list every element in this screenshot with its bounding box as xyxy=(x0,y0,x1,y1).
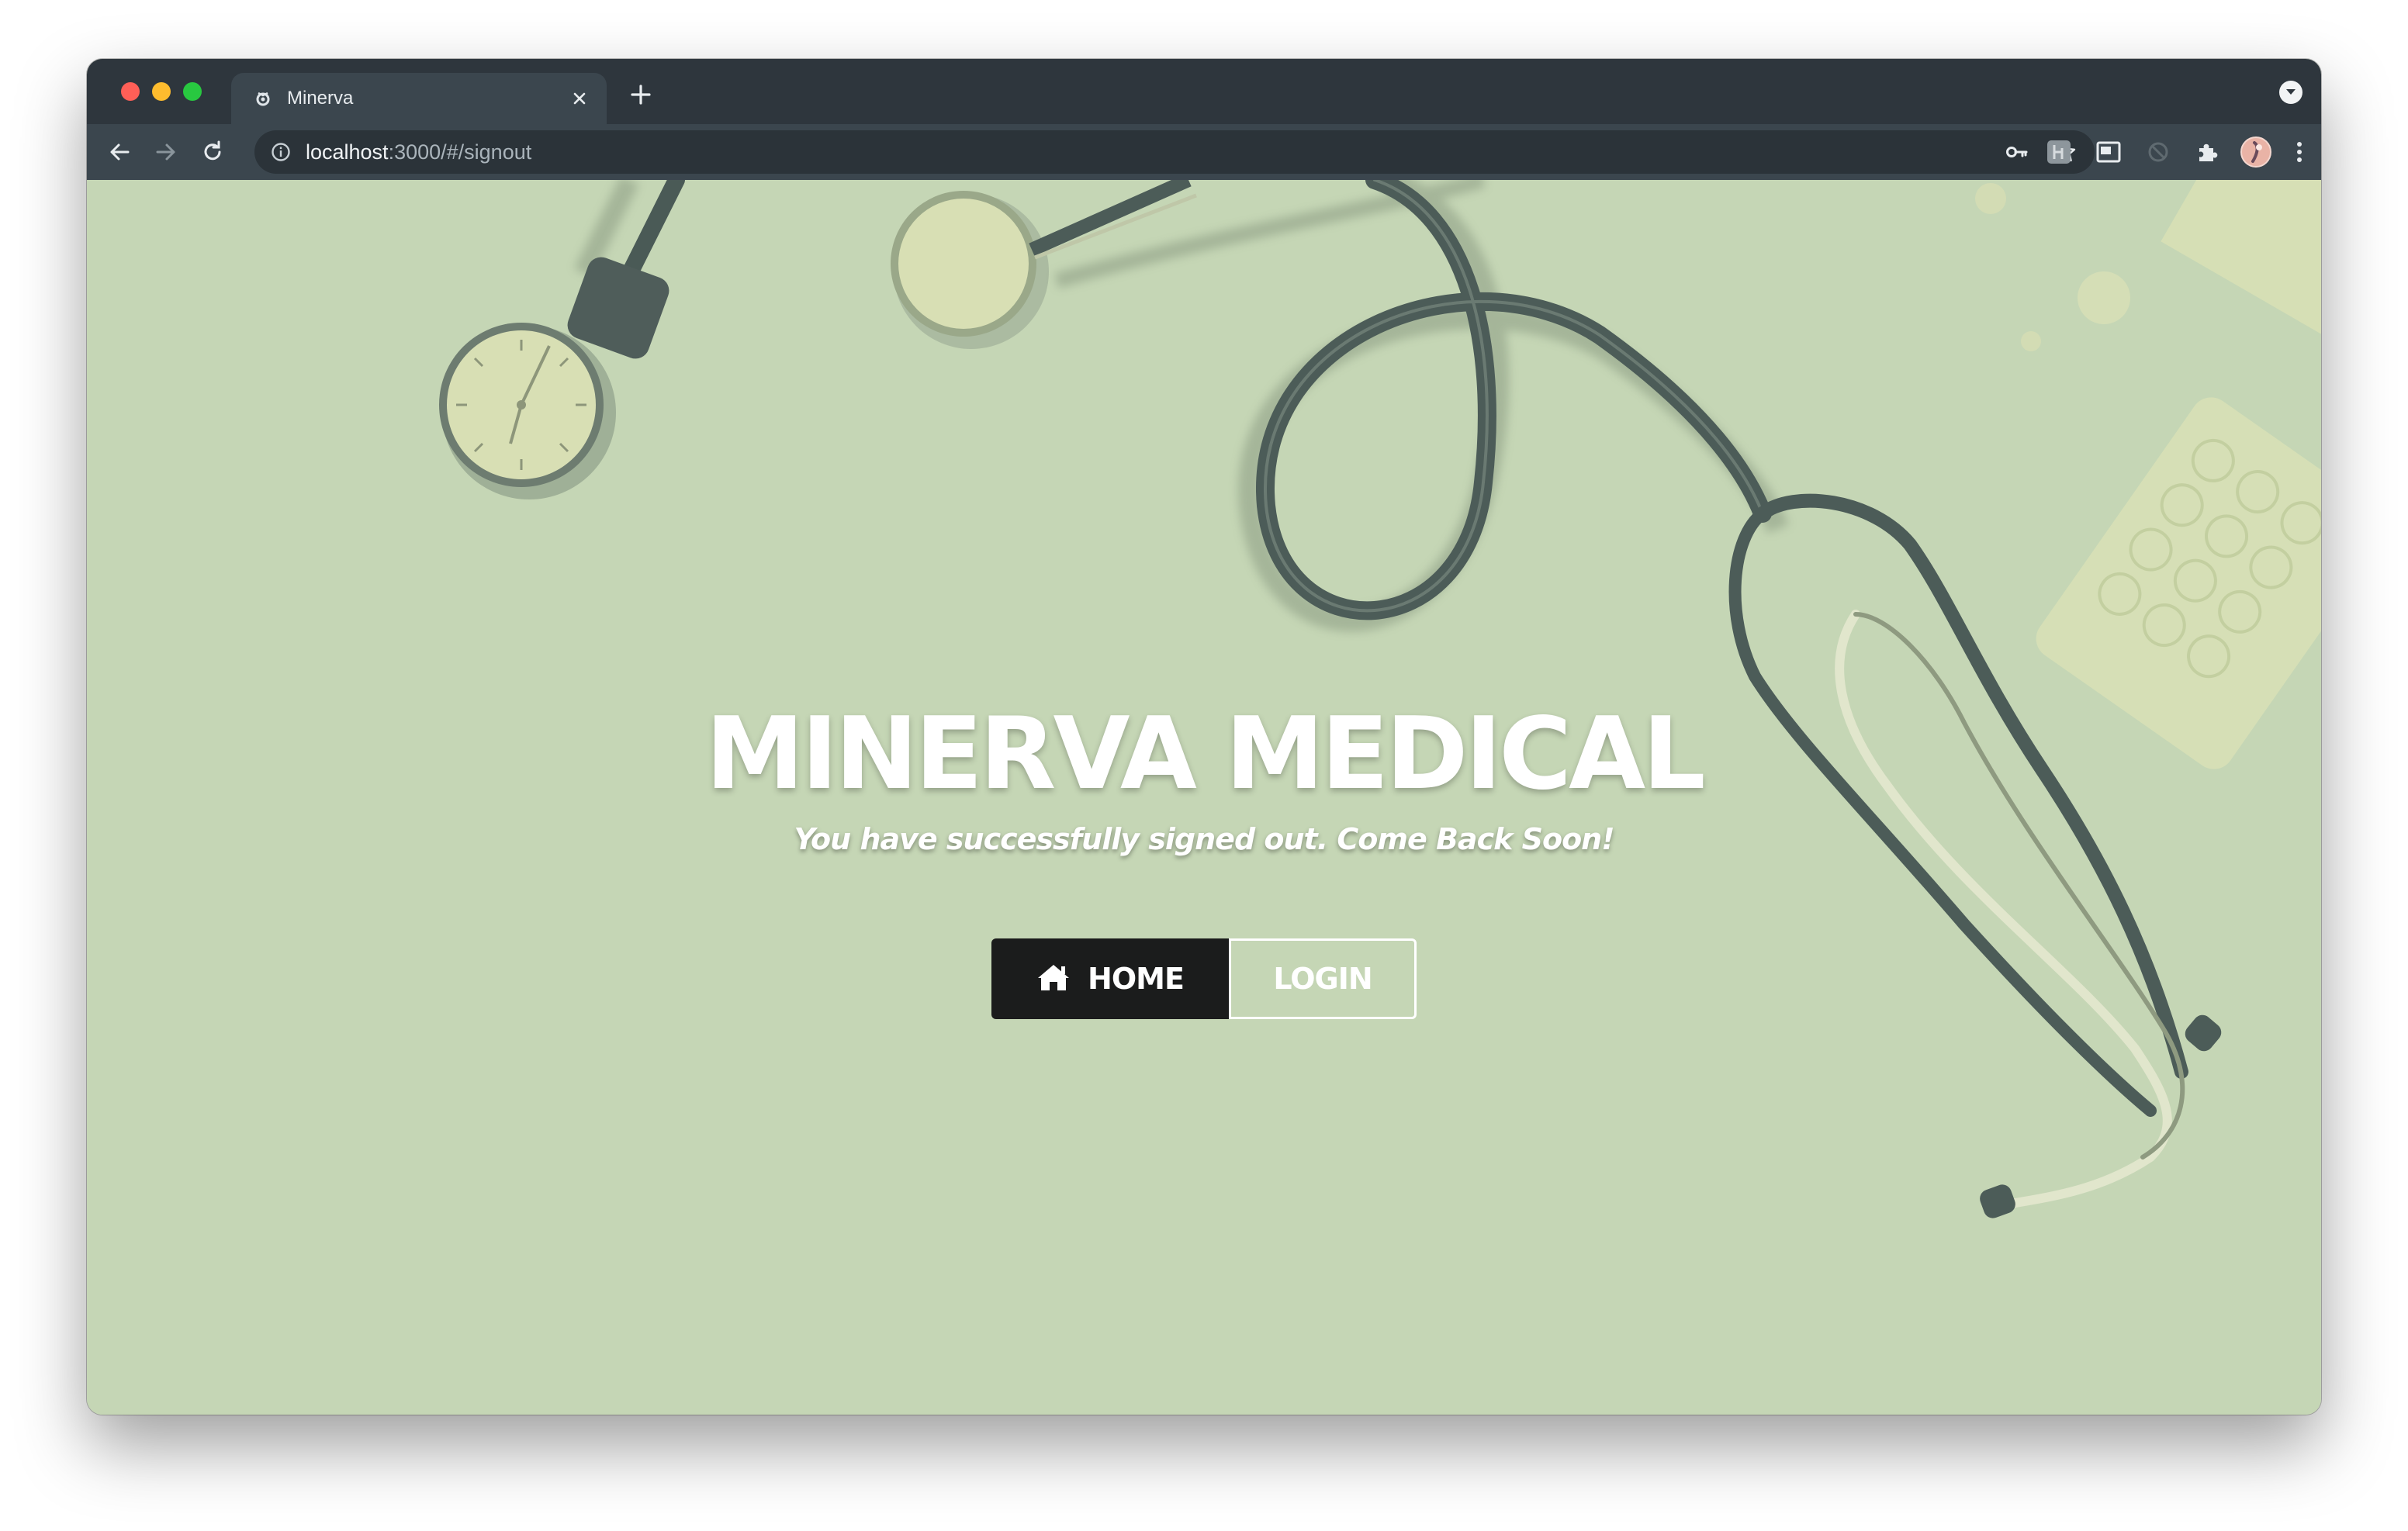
profile-avatar[interactable] xyxy=(2239,135,2273,169)
signout-message: You have successfully signed out. Come B… xyxy=(794,822,1614,856)
page-content: MINERVA MEDICAL You have successfully si… xyxy=(87,180,2321,1415)
tab-strip: Minerva xyxy=(87,59,2321,124)
browser-toolbar: localhost:3000/#/signout xyxy=(87,124,2321,180)
tab-search-icon[interactable] xyxy=(2279,81,2302,104)
login-button-label: LOGIN xyxy=(1273,962,1372,996)
reload-icon[interactable] xyxy=(195,135,230,169)
tab-minerva[interactable]: Minerva xyxy=(231,73,607,124)
url-host: localhost xyxy=(306,140,389,164)
forward-arrow-icon[interactable] xyxy=(149,135,183,169)
back-arrow-icon[interactable] xyxy=(102,135,137,169)
close-window-button[interactable] xyxy=(121,82,140,101)
minerva-owl-icon xyxy=(253,88,273,109)
home-button[interactable]: HOME xyxy=(991,938,1229,1019)
browser-window: Minerva localhost:3000/#/signout MINERVA… xyxy=(87,59,2321,1415)
login-button[interactable]: LOGIN xyxy=(1229,938,1417,1019)
minimize-window-button[interactable] xyxy=(152,82,171,101)
picture-in-picture-icon[interactable] xyxy=(2091,135,2126,169)
address-bar[interactable]: localhost:3000/#/signout xyxy=(254,130,2095,174)
home-button-label: HOME xyxy=(1088,962,1185,996)
extension-icon-2[interactable] xyxy=(2141,135,2175,169)
key-icon[interactable] xyxy=(2005,140,2029,164)
home-icon xyxy=(1036,962,1071,996)
puzzle-icon[interactable] xyxy=(2191,135,2225,169)
maximize-window-button[interactable] xyxy=(183,82,202,101)
close-tab-icon[interactable] xyxy=(566,85,593,112)
new-tab-icon[interactable] xyxy=(624,78,658,112)
url-text: localhost:3000/#/signout xyxy=(306,140,531,164)
info-icon[interactable] xyxy=(270,141,292,163)
page-title: MINERVA MEDICAL xyxy=(705,696,1705,812)
kebab-menu-icon[interactable] xyxy=(2282,135,2316,169)
tab-title: Minerva xyxy=(287,88,354,109)
url-path: :3000/#/signout xyxy=(388,140,532,164)
extension-icon-1[interactable] xyxy=(2042,135,2076,169)
